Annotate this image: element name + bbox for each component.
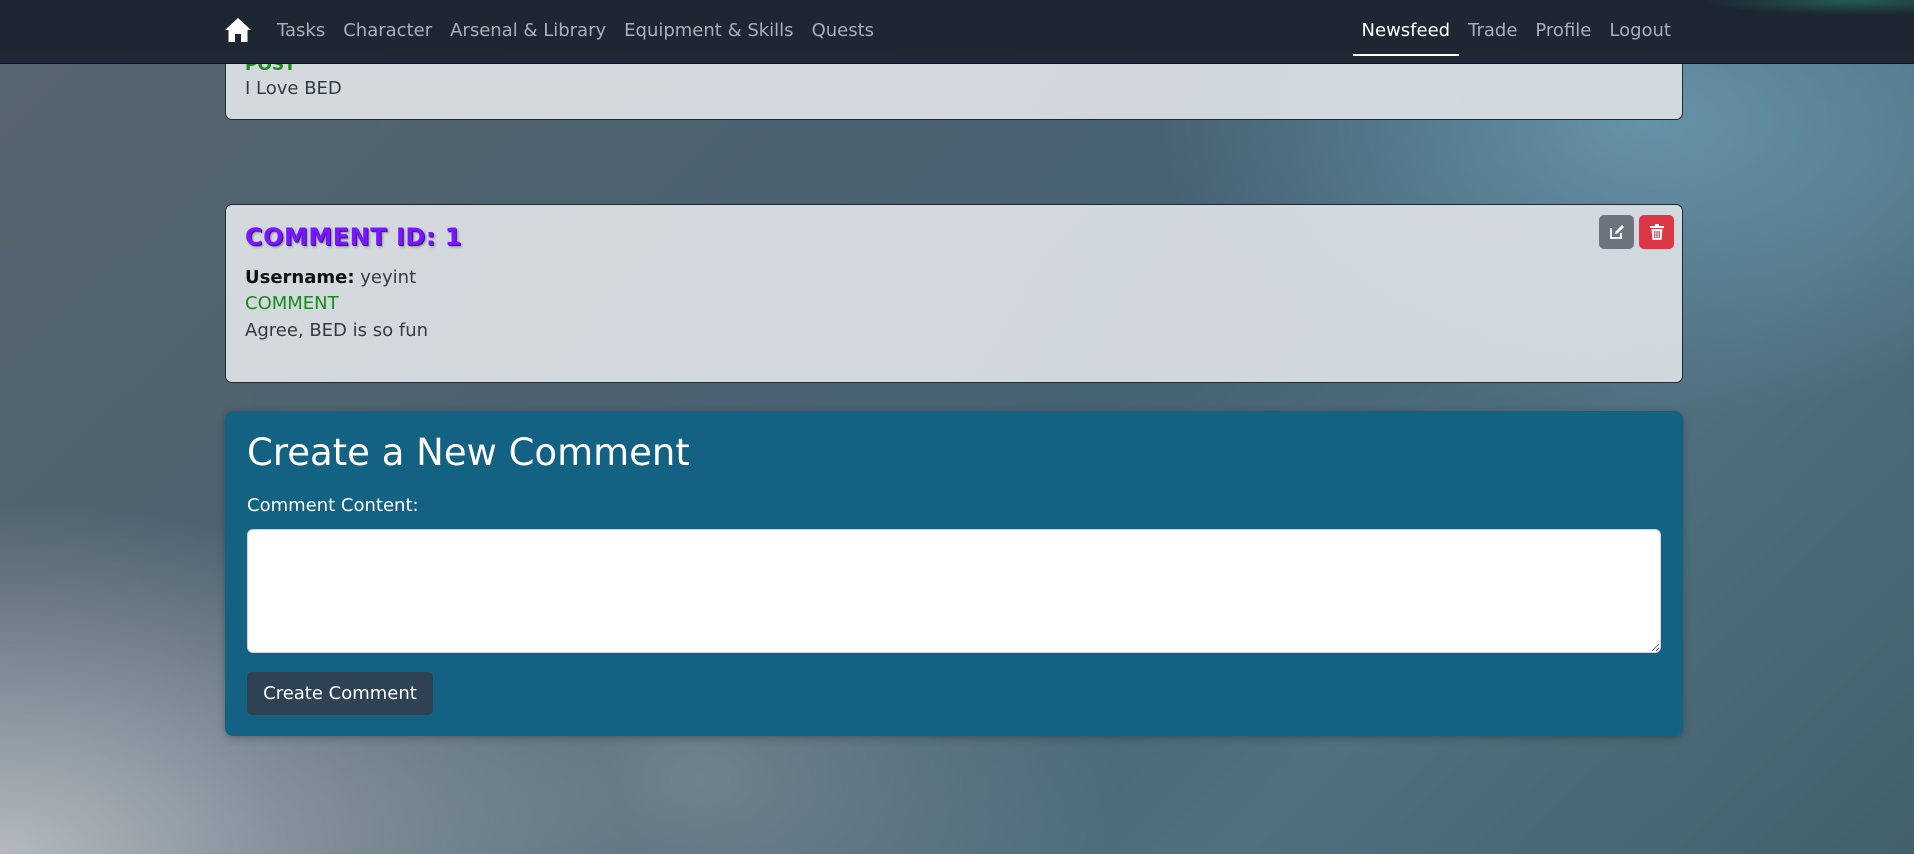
- comment-username-line: Username: yeyint: [245, 267, 416, 288]
- comment-card: COMMENT ID: 1 Username: yeyint COMMENT A…: [225, 204, 1683, 383]
- comment-type-label: COMMENT: [245, 293, 339, 314]
- nav-link-equipment-skills[interactable]: Equipment & Skills: [615, 0, 802, 64]
- nav-link-tasks[interactable]: Tasks: [268, 0, 334, 64]
- nav-left-links: Tasks Character Arsenal & Library Equipm…: [268, 0, 883, 64]
- edit-comment-button[interactable]: [1599, 215, 1634, 249]
- create-comment-button[interactable]: Create Comment: [247, 672, 433, 715]
- post-content: I Love BED: [245, 78, 342, 99]
- edit-icon: [1609, 225, 1624, 239]
- nav-link-profile[interactable]: Profile: [1526, 0, 1600, 64]
- nav-link-logout[interactable]: Logout: [1600, 0, 1680, 64]
- nav-link-quests[interactable]: Quests: [803, 0, 883, 64]
- username-value: yeyint: [360, 267, 417, 288]
- delete-comment-button[interactable]: [1639, 215, 1674, 249]
- nav-link-trade[interactable]: Trade: [1459, 0, 1526, 64]
- nav-right-links: Newsfeed Trade Profile Logout: [1352, 0, 1680, 64]
- top-navbar: Tasks Character Arsenal & Library Equipm…: [0, 0, 1914, 64]
- comment-content-label: Comment Content:: [247, 495, 419, 516]
- username-label: Username:: [245, 267, 355, 288]
- comment-content: Agree, BED is so fun: [245, 320, 429, 341]
- nav-link-arsenal-library[interactable]: Arsenal & Library: [441, 0, 615, 64]
- nav-link-newsfeed[interactable]: Newsfeed: [1352, 0, 1460, 64]
- home-icon[interactable]: [224, 17, 252, 43]
- create-comment-panel: Create a New Comment Comment Content: Cr…: [225, 411, 1683, 736]
- nav-link-character[interactable]: Character: [334, 0, 441, 64]
- comment-content-textarea[interactable]: [247, 529, 1661, 653]
- form-title: Create a New Comment: [247, 431, 690, 474]
- comment-id-title: COMMENT ID: 1: [245, 223, 462, 251]
- trash-icon: [1649, 224, 1664, 240]
